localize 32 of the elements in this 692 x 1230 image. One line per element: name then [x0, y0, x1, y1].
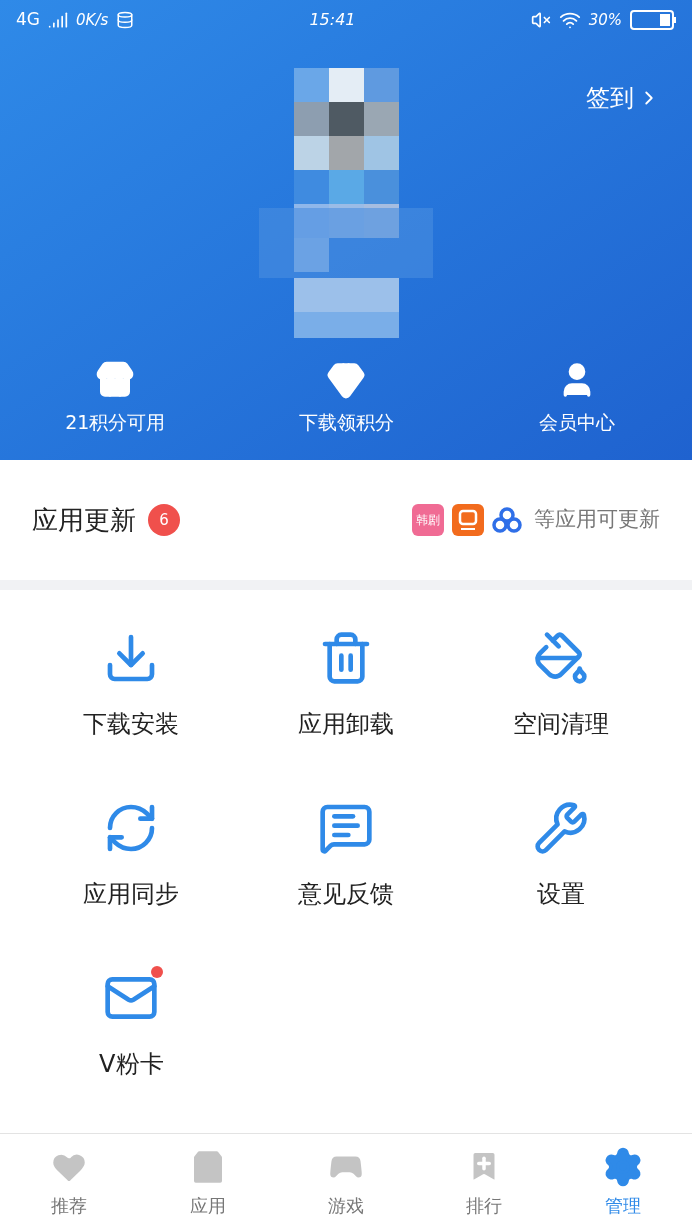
app-icon: 韩剧	[412, 504, 444, 536]
battery-icon	[630, 10, 676, 30]
wrench-icon	[532, 800, 589, 856]
time-label: 15:41	[309, 9, 356, 31]
app-icon	[452, 504, 484, 536]
signal-icon	[48, 10, 68, 30]
count-badge: 6	[148, 504, 180, 536]
tool-button[interactable]: 空间清理	[453, 630, 668, 752]
network-label: 4G	[16, 8, 40, 32]
nav-tab[interactable]: 游戏	[276, 1134, 416, 1230]
tool-button[interactable]: 意见反馈	[238, 800, 454, 922]
tool-button[interactable]: 设置	[453, 800, 668, 922]
speed-label: 0K/s	[76, 9, 109, 31]
nav-tab[interactable]: 管理	[553, 1134, 692, 1230]
update-note: 等应用可更新	[534, 506, 660, 534]
tool-button[interactable]: 应用卸载	[238, 630, 454, 752]
tool-button[interactable]: V粉卡	[24, 970, 239, 1092]
tool-button[interactable]: 下载安装	[24, 630, 239, 752]
stat-link[interactable]: 会员中心	[538, 407, 615, 436]
store-icon	[95, 359, 136, 400]
nav-tab[interactable]: 推荐	[0, 1134, 139, 1230]
nav-tab[interactable]: 排行	[415, 1134, 554, 1230]
checkin-button[interactable]: 签到	[586, 80, 660, 116]
section-title: 应用更新	[32, 503, 136, 537]
nav-tab[interactable]: 应用	[138, 1134, 277, 1230]
mute-icon	[530, 10, 551, 30]
battery-label: 30%	[588, 9, 622, 31]
stat-link[interactable]: 21积分可用	[65, 407, 166, 436]
stat-link[interactable]: 下载领积分	[298, 407, 394, 436]
tool-button[interactable]: 应用同步	[24, 800, 239, 922]
storage-icon	[116, 11, 135, 29]
app-icon	[492, 507, 522, 533]
